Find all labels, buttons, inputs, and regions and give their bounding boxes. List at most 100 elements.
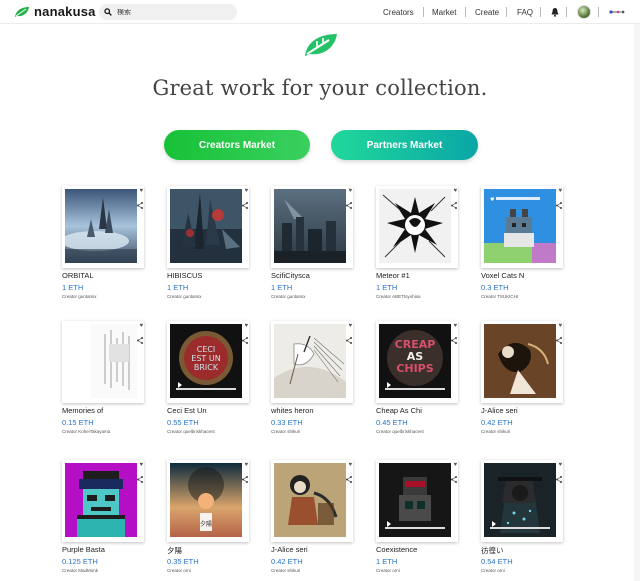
nav-faq[interactable]: FAQ: [517, 8, 533, 17]
artwork-card[interactable]: ♥: [376, 186, 458, 268]
artwork-card[interactable]: ♥: [62, 186, 144, 268]
artwork-creator[interactable]: Creator shikuri: [481, 429, 510, 434]
artwork-image[interactable]: [274, 189, 346, 263]
artwork-title[interactable]: whites heron: [271, 406, 314, 415]
artwork-card[interactable]: ♥: [481, 321, 563, 403]
heart-icon[interactable]: ♥: [453, 188, 457, 194]
artwork-card[interactable]: ♥: [62, 321, 144, 403]
artwork-card[interactable]: ♥: [481, 460, 563, 542]
artwork-creator[interactable]: Creator guntamix: [62, 294, 97, 299]
artwork-image[interactable]: CECI EST UN BRICK: [170, 324, 242, 398]
artwork-card[interactable]: ♥: [271, 460, 353, 542]
artwork-title[interactable]: ORBITAL: [62, 271, 94, 280]
share-icon[interactable]: [242, 476, 248, 485]
nav-market[interactable]: Market: [432, 8, 456, 17]
heart-icon[interactable]: ♥: [453, 462, 457, 468]
search-input[interactable]: [117, 8, 227, 16]
artwork-image[interactable]: [484, 324, 556, 398]
share-icon[interactable]: [346, 202, 352, 211]
heart-icon[interactable]: ♥: [244, 188, 248, 194]
artwork-title[interactable]: HIBISCUS: [167, 271, 202, 280]
heart-icon[interactable]: ♥: [348, 323, 352, 329]
artwork-title[interactable]: 彷徨い: [481, 545, 504, 556]
artwork-creator[interactable]: Creator KoheiTakayama: [62, 429, 110, 434]
nav-create[interactable]: Create: [475, 8, 499, 17]
nav-creators[interactable]: Creators: [383, 8, 414, 17]
artwork-image[interactable]: [274, 463, 346, 537]
heart-icon[interactable]: ♥: [558, 462, 562, 468]
share-icon[interactable]: [346, 476, 352, 485]
artwork-title[interactable]: Cheap As Chi: [376, 406, 422, 415]
artwork-card[interactable]: ♥: [271, 321, 353, 403]
artwork-creator[interactable]: Creator ABETtoyohisa: [376, 294, 421, 299]
share-icon[interactable]: [137, 337, 143, 346]
artwork-image[interactable]: [65, 324, 137, 398]
heart-icon[interactable]: ♥: [139, 188, 143, 194]
share-icon[interactable]: [242, 202, 248, 211]
artwork-creator[interactable]: Creator shikuri: [271, 568, 300, 573]
brand-logo[interactable]: nanakusa: [14, 4, 96, 19]
share-icon[interactable]: [556, 337, 562, 346]
artwork-creator[interactable]: Creator guntamix: [167, 294, 202, 299]
share-icon[interactable]: [556, 476, 562, 485]
heart-icon[interactable]: ♥: [348, 188, 352, 194]
share-icon[interactable]: [451, 202, 457, 211]
share-icon[interactable]: [556, 202, 562, 211]
artwork-creator[interactable]: Creator orni: [167, 568, 191, 573]
heart-icon[interactable]: ♥: [244, 462, 248, 468]
share-icon[interactable]: [137, 476, 143, 485]
artwork-card[interactable]: ♥: [167, 186, 249, 268]
artwork-card[interactable]: CREAP AS CHIPS ♥: [376, 321, 458, 403]
share-icon[interactable]: [346, 337, 352, 346]
scrollbar[interactable]: [634, 24, 640, 581]
artwork-title[interactable]: Voxel Cats N: [481, 271, 524, 280]
artwork-card[interactable]: ♥: [62, 460, 144, 542]
artwork-card[interactable]: ♥: [376, 460, 458, 542]
share-icon[interactable]: [451, 476, 457, 485]
heart-icon[interactable]: ♥: [139, 462, 143, 468]
artwork-image[interactable]: [170, 189, 242, 263]
bell-icon[interactable]: [551, 7, 559, 17]
artwork-title[interactable]: J-Alice seri: [271, 545, 308, 554]
artwork-creator[interactable]: Creator MadMonk: [62, 568, 98, 573]
artwork-image[interactable]: [65, 463, 137, 537]
artwork-image[interactable]: ♥: [484, 189, 556, 263]
artwork-card[interactable]: ♥: [271, 186, 353, 268]
artwork-creator[interactable]: Creator orni: [376, 568, 400, 573]
artwork-card[interactable]: ♥ ♥: [481, 186, 563, 268]
heart-icon[interactable]: ♥: [244, 323, 248, 329]
artwork-image[interactable]: [65, 189, 137, 263]
artwork-image[interactable]: [484, 463, 556, 537]
artwork-image[interactable]: [274, 324, 346, 398]
heart-icon[interactable]: ♥: [453, 323, 457, 329]
artwork-image[interactable]: [379, 463, 451, 537]
artwork-creator[interactable]: Creator shikuri: [271, 429, 300, 434]
share-icon[interactable]: [242, 337, 248, 346]
artwork-card[interactable]: CECI EST UN BRICK ♥: [167, 321, 249, 403]
partners-market-button[interactable]: Partners Market: [331, 130, 478, 160]
artwork-creator[interactable]: Creator TSUKICHI: [481, 294, 518, 299]
artwork-creator[interactable]: Creator orni: [481, 568, 505, 573]
artwork-title[interactable]: Ceci Est Un: [167, 406, 207, 415]
wallet-connect-icon[interactable]: [609, 9, 625, 15]
artwork-title[interactable]: Coexistence: [376, 545, 417, 554]
artwork-creator[interactable]: Creator quelbriskhacent: [167, 429, 215, 434]
creators-market-button[interactable]: Creators Market: [164, 130, 310, 160]
artwork-title[interactable]: ScifiCitysca: [271, 271, 310, 280]
artwork-title[interactable]: J-Alice seri: [481, 406, 518, 415]
avatar[interactable]: [577, 5, 591, 19]
artwork-creator[interactable]: Creator guntamix: [271, 294, 306, 299]
artwork-image[interactable]: [379, 189, 451, 263]
artwork-title[interactable]: 夕陽: [167, 545, 182, 556]
heart-icon[interactable]: ♥: [558, 323, 562, 329]
artwork-title[interactable]: Memories of: [62, 406, 103, 415]
artwork-creator[interactable]: Creator quelbriskhacent: [376, 429, 424, 434]
artwork-title[interactable]: Purple Basta: [62, 545, 105, 554]
heart-icon[interactable]: ♥: [558, 188, 562, 194]
share-icon[interactable]: [137, 202, 143, 211]
heart-icon[interactable]: ♥: [348, 462, 352, 468]
artwork-image[interactable]: CREAP AS CHIPS: [379, 324, 451, 398]
artwork-card[interactable]: 夕陽 ♥: [167, 460, 249, 542]
artwork-title[interactable]: Meteor #1: [376, 271, 410, 280]
artwork-image[interactable]: 夕陽: [170, 463, 242, 537]
